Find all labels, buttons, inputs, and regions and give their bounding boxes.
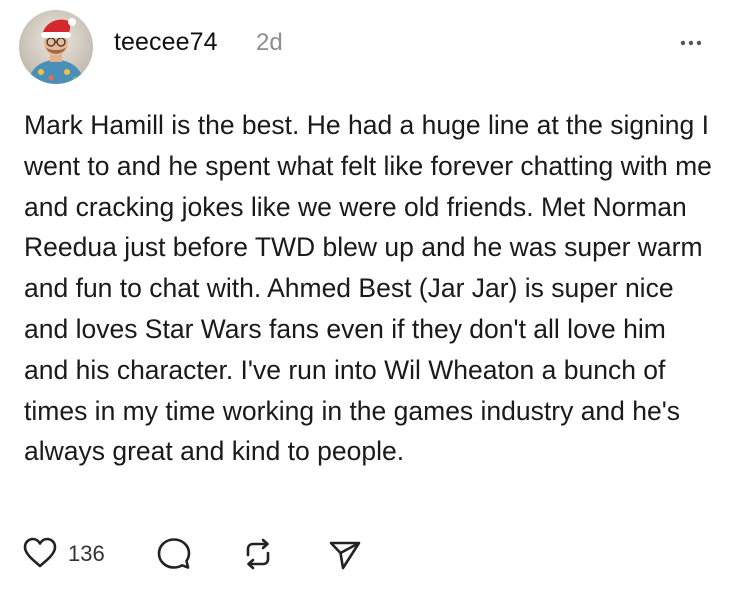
comment-bubble-icon[interactable] bbox=[156, 537, 192, 576]
repost-icon[interactable] bbox=[240, 537, 276, 576]
more-options-icon[interactable] bbox=[673, 33, 709, 53]
avatar-image bbox=[19, 10, 93, 84]
post-body-text: Mark Hamill is the best. He had a huge l… bbox=[24, 110, 712, 467]
like-count: 136 bbox=[68, 541, 105, 566]
post-card: teecee74 2d Mark Hamill is the best. He … bbox=[0, 0, 734, 600]
post-timestamp: 2d bbox=[256, 29, 283, 56]
send-icon[interactable] bbox=[328, 539, 362, 576]
heart-icon[interactable] bbox=[22, 537, 58, 574]
author-username[interactable]: teecee74 bbox=[114, 28, 218, 57]
avatar[interactable] bbox=[19, 10, 93, 84]
